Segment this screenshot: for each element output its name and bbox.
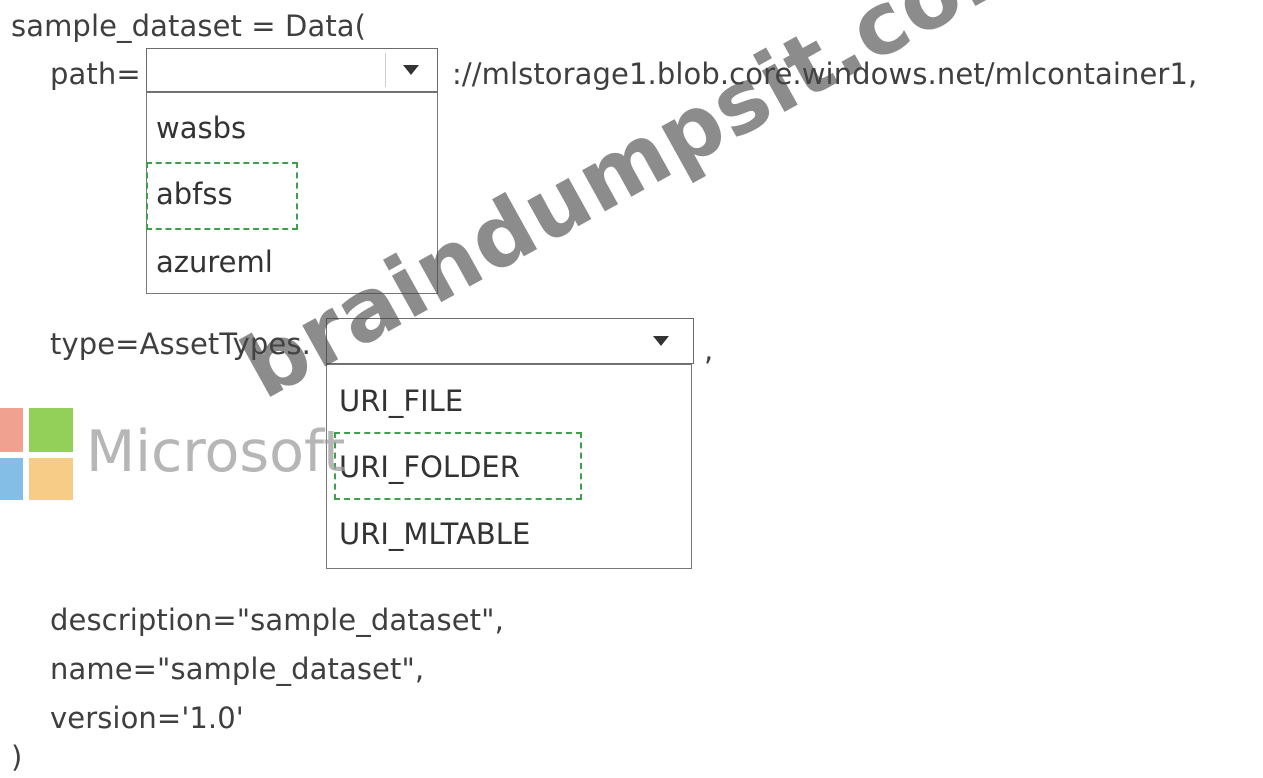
path-dropdown-separator	[385, 53, 386, 87]
option-uri-file[interactable]: URI_FILE	[339, 384, 463, 418]
option-abfss[interactable]: abfss	[156, 177, 233, 211]
asset-type-menu: URI_FILE URI_FOLDER URI_MLTABLE	[326, 364, 692, 569]
type-line-comma: ,	[704, 333, 714, 367]
option-azureml[interactable]: azureml	[156, 245, 273, 279]
name-line: name="sample_dataset",	[50, 652, 425, 686]
chevron-down-icon[interactable]	[653, 336, 669, 346]
closing-paren: )	[11, 740, 23, 774]
option-uri-folder[interactable]: URI_FOLDER	[339, 450, 520, 484]
microsoft-logo-icon	[0, 408, 73, 500]
code-line-data-call: sample_dataset = Data(	[11, 9, 367, 43]
path-label: path=	[50, 57, 141, 91]
path-protocol-dropdown[interactable]	[146, 48, 438, 92]
path-url-suffix: ://mlstorage1.blob.core.windows.net/mlco…	[452, 57, 1198, 91]
logo-square-red	[0, 408, 23, 452]
chevron-down-icon[interactable]	[403, 65, 419, 75]
asset-type-dropdown[interactable]	[326, 318, 694, 364]
option-uri-mltable[interactable]: URI_MLTABLE	[339, 517, 530, 551]
logo-square-yellow	[29, 458, 73, 500]
version-line: version='1.0'	[50, 701, 244, 735]
option-wasbs[interactable]: wasbs	[156, 111, 246, 145]
type-label: type=AssetTypes.	[50, 327, 311, 361]
logo-square-green	[29, 408, 73, 452]
path-protocol-menu: wasbs abfss azureml	[146, 92, 438, 294]
description-line: description="sample_dataset",	[50, 603, 504, 637]
logo-square-blue	[0, 458, 23, 500]
microsoft-wordmark: Microsoft	[86, 419, 346, 485]
